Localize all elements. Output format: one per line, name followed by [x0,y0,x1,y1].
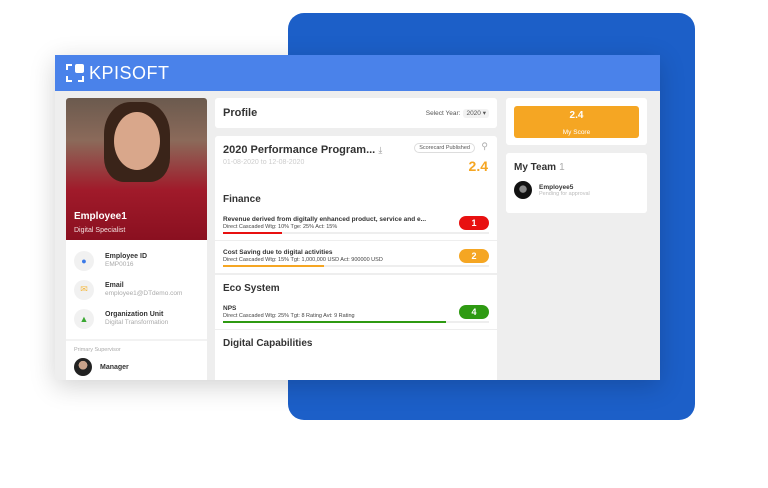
team-count: 1 [559,162,565,173]
my-score-label: My Score [562,129,591,136]
my-score-card: 2.4 My Score [506,98,647,145]
year-dropdown[interactable]: 2020 ▾ [463,109,489,118]
avatar [74,358,92,376]
member-status: Pending for approval [539,190,590,197]
rating-badge: 4 [459,305,489,319]
field-value: EMP0016 [105,261,134,268]
performance-card: 2020 Performance Program... ⤓ 01-08-2020… [215,136,497,380]
employee-name: Employee1 [74,211,127,222]
my-score-box[interactable]: 2.4 My Score [514,106,639,138]
section-title: Eco System [215,274,497,302]
status-badge: Scorecard Published [414,143,475,153]
page-title: Profile [223,107,258,119]
my-team-card: My Team 1 Employee5 Pending for approval [506,153,647,213]
kpi-progress [223,232,489,234]
logo-icon [65,63,85,83]
kpi-item[interactable]: Cost Saving due to digital activities Di… [215,241,497,274]
field-value: Digital Transformation [105,319,169,326]
field-label: Organization Unit [105,311,164,318]
org-chart-icon: ▲ [74,308,94,329]
kpi-progress [223,265,489,267]
employee-photo: Employee1 Digital Specialist [66,98,207,240]
kpi-details: Direct Cascaded Wtg: 10% Tge: 25% Act: 1… [223,224,338,230]
download-icon[interactable]: ⤓ [378,145,382,155]
kpi-item[interactable]: Revenue derived from digitally enhanced … [215,213,497,241]
kpi-details: Direct Cascaded Wtg: 25% Tgt: 8 Rating A… [223,313,355,319]
year-label: Select Year: [425,110,461,117]
program-title[interactable]: 2020 Performance Program... [223,144,375,156]
supervisor-section: Primary Supervisor Manager [66,339,207,380]
avatar [514,181,532,199]
program-score: 2.4 [468,158,488,174]
kpi-title: Cost Saving due to digital activities [223,249,333,256]
brand-name[interactable]: KPISOFT [89,63,170,84]
kpi-details: Direct Cascaded Wtg: 15% Tgt: 1,000,000 … [223,257,383,263]
rating-badge: 1 [459,216,489,230]
program-dates: 01-08-2020 to 12-08-2020 [223,159,305,166]
supervisor-label: Primary Supervisor [74,347,121,353]
section-title: Digital Capabilities [223,338,313,349]
app-window: KPISOFT Employee1 Digital Specialist ● E… [55,55,660,380]
team-member[interactable]: Employee5 Pending for approval [514,181,639,199]
supervisor-item[interactable]: Manager [74,358,199,376]
kpi-title: Revenue derived from digitally enhanced … [223,216,427,223]
supervisor-name: Manager [100,363,129,371]
kpi-item[interactable]: NPS Direct Cascaded Wtg: 25% Tgt: 8 Rati… [215,302,497,330]
year-value: 2020 [466,110,481,117]
field-value[interactable]: employee1@DTdemo.com [105,290,182,297]
search-icon[interactable]: ⚲ [481,141,488,152]
employee-role: Digital Specialist [74,227,126,234]
field-label: Email [105,282,124,289]
field-label: Employee ID [105,253,148,260]
rating-badge: 2 [459,249,489,263]
year-selector[interactable]: Select Year: 2020 ▾ [425,109,489,118]
team-title: My Team [514,162,557,173]
org-unit-row: ▲ Organization Unit Digital Transformatio… [66,304,207,333]
email-row: ✉ Email employee1@DTdemo.com [66,275,207,304]
profile-header: Profile Select Year: 2020 ▾ [215,98,497,128]
person-icon: ● [74,250,94,271]
member-name: Employee5 [539,183,574,191]
employee-id-row: ● Employee ID EMP0016 [66,246,207,275]
my-score-value: 2.4 [569,110,584,121]
employee-card: Employee1 Digital Specialist ● Employee … [66,98,207,380]
app-header: KPISOFT [55,55,660,91]
kpi-progress [223,321,489,323]
mail-icon: ✉ [74,279,94,300]
section-title: Finance [223,194,261,205]
kpi-title: NPS [223,305,237,312]
